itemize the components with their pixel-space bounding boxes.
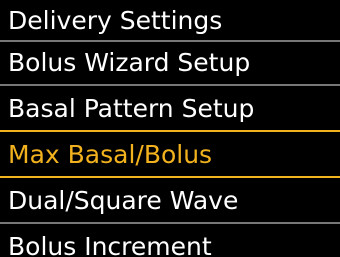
screen-title: Delivery Settings <box>0 0 340 42</box>
menu-item-basal-pattern-setup[interactable]: Basal Pattern Setup <box>0 88 340 130</box>
menu-divider <box>0 222 340 224</box>
menu-item-max-basal-bolus[interactable]: Max Basal/Bolus <box>0 134 340 176</box>
menu-divider <box>0 130 340 132</box>
delivery-settings-menu: Bolus Wizard Setup Basal Pattern Setup M… <box>0 42 340 257</box>
menu-item-bolus-wizard-setup[interactable]: Bolus Wizard Setup <box>0 42 340 84</box>
menu-item-bolus-increment[interactable]: Bolus Increment <box>0 226 340 257</box>
pump-screen: Delivery Settings Bolus Wizard Setup Bas… <box>0 0 340 257</box>
menu-item-dual-square-wave[interactable]: Dual/Square Wave <box>0 180 340 222</box>
menu-divider <box>0 176 340 178</box>
menu-divider <box>0 84 340 86</box>
